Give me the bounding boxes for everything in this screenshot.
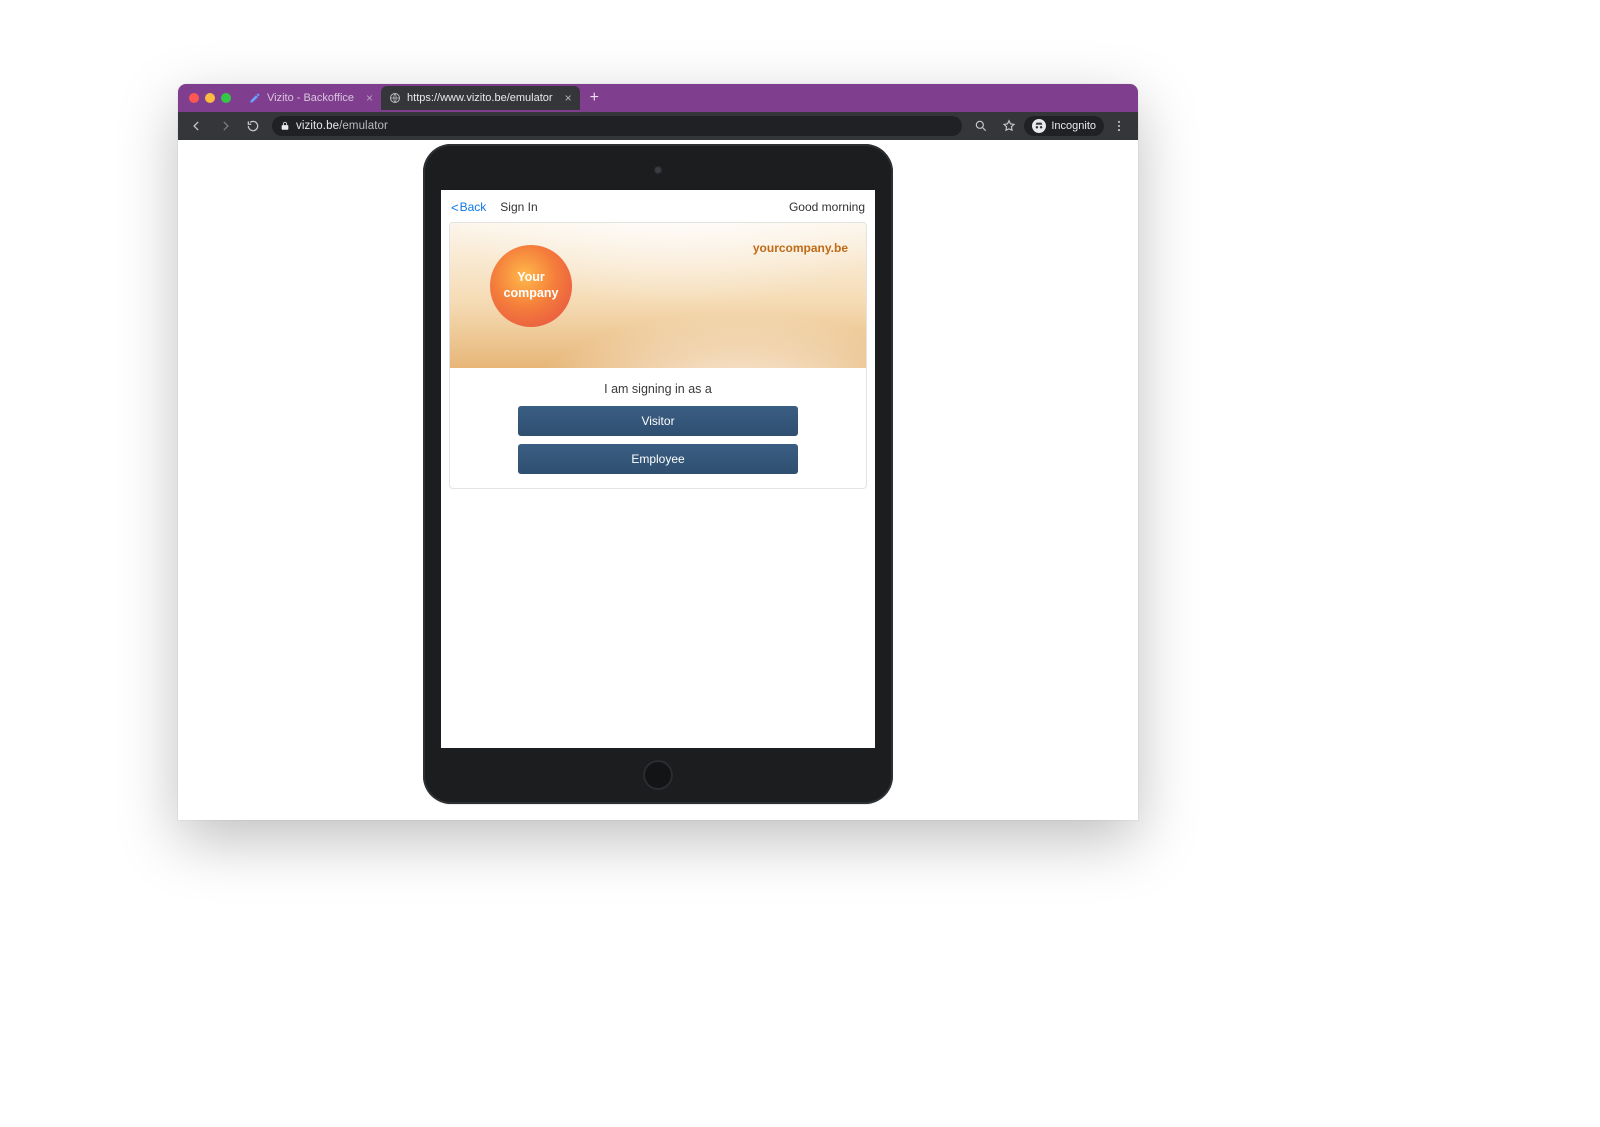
close-window-button[interactable] bbox=[189, 93, 199, 103]
incognito-label: Incognito bbox=[1051, 120, 1096, 132]
close-icon[interactable]: × bbox=[366, 91, 373, 105]
incognito-icon bbox=[1032, 119, 1046, 133]
tab-strip: Vizito - Backoffice × https://www.vizito… bbox=[178, 84, 1138, 112]
lock-icon bbox=[280, 121, 290, 131]
company-url: yourcompany.be bbox=[753, 241, 848, 255]
browser-window: Vizito - Backoffice × https://www.vizito… bbox=[178, 84, 1138, 820]
reload-button[interactable] bbox=[240, 115, 266, 137]
prompt-text: I am signing in as a bbox=[450, 382, 866, 396]
tab-title: Vizito - Backoffice bbox=[267, 92, 354, 104]
address-bar[interactable]: vizito.be/emulator bbox=[272, 116, 962, 136]
tablet-camera bbox=[654, 166, 662, 174]
globe-icon bbox=[389, 92, 401, 104]
banner: Yourcompany yourcompany.be bbox=[450, 223, 866, 368]
signin-card: Yourcompany yourcompany.be I am signing … bbox=[449, 222, 867, 489]
greeting-label: Good morning bbox=[789, 200, 865, 214]
tab-title: https://www.vizito.be/emulator bbox=[407, 92, 553, 104]
new-tab-button[interactable]: + bbox=[580, 89, 609, 107]
close-icon[interactable]: × bbox=[565, 91, 572, 105]
incognito-badge: Incognito bbox=[1024, 116, 1104, 136]
toolbar-right: Incognito bbox=[968, 115, 1132, 137]
minimize-window-button[interactable] bbox=[205, 93, 215, 103]
maximize-window-button[interactable] bbox=[221, 93, 231, 103]
window-controls bbox=[189, 93, 231, 103]
back-link-label: Back bbox=[460, 200, 487, 214]
employee-button[interactable]: Employee bbox=[518, 444, 798, 474]
tab-active[interactable]: https://www.vizito.be/emulator × bbox=[381, 86, 580, 110]
tablet-frame: < Back Sign In Good morning Yourcompany … bbox=[423, 144, 893, 804]
tab-inactive[interactable]: Vizito - Backoffice × bbox=[241, 86, 381, 110]
back-link[interactable]: < Back bbox=[451, 200, 486, 215]
back-button[interactable] bbox=[184, 115, 210, 137]
page-content: < Back Sign In Good morning Yourcompany … bbox=[178, 140, 1138, 820]
company-logo: Yourcompany bbox=[490, 245, 572, 327]
menu-icon[interactable] bbox=[1106, 115, 1132, 137]
app-bar: < Back Sign In Good morning bbox=[447, 192, 869, 222]
toolbar: vizito.be/emulator Incognito bbox=[178, 112, 1138, 140]
chevron-left-icon: < bbox=[451, 200, 459, 215]
url-text: vizito.be/emulator bbox=[296, 120, 388, 132]
tablet-screen: < Back Sign In Good morning Yourcompany … bbox=[441, 190, 875, 748]
zoom-icon[interactable] bbox=[968, 115, 994, 137]
tablet-home-button[interactable] bbox=[643, 760, 673, 790]
visitor-button[interactable]: Visitor bbox=[518, 406, 798, 436]
pencil-icon bbox=[249, 92, 261, 104]
star-icon[interactable] bbox=[996, 115, 1022, 137]
forward-button[interactable] bbox=[212, 115, 238, 137]
app-bar-title: Sign In bbox=[500, 200, 537, 214]
